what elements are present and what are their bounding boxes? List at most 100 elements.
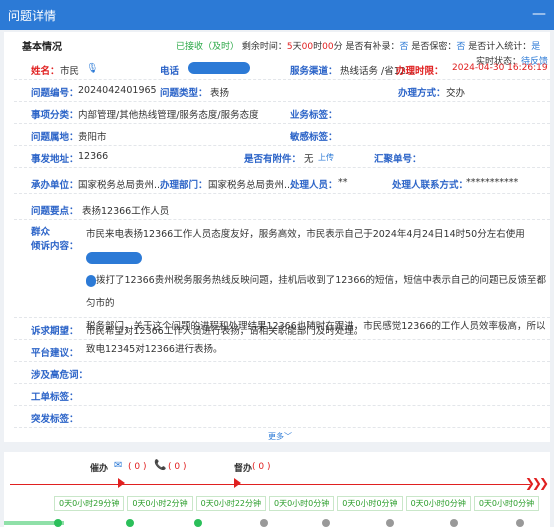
category-value: 内部管理/其他热线管理/服务态度/服务态度 — [78, 110, 259, 121]
row-category: 事项分类： 内部管理/其他热线管理/服务态度/服务态度 业务标签： — [14, 102, 550, 124]
duration-badge: 0天0小时0分钟 — [405, 496, 471, 511]
platform-label: 平台建议： — [31, 348, 79, 359]
deadline-value: 2024-04-30 16:26:19 — [452, 63, 548, 73]
chevron-down-icon: ﹀ — [284, 432, 292, 441]
location-label: 问题属地： — [31, 132, 79, 143]
attach-label: 是否有附件： — [244, 154, 302, 165]
type-label: 问题类型： — [160, 88, 208, 99]
org-value: 国家税务总局贵州... — [78, 180, 164, 191]
row-platform: 平台建议： — [14, 340, 550, 362]
secret-value: 否 — [456, 42, 466, 52]
process-timeline: 催办 ✉ ( 0 ) 📞 ( 0 ) 督办 ( 0 ) ❯❯❯ 0天0小时29分… — [4, 452, 550, 527]
more-link[interactable]: 更多﹀ — [268, 431, 292, 442]
microphone-icon[interactable]: 🎙 — [86, 63, 98, 74]
arrow-right-icon — [234, 478, 241, 488]
content-line-2: 拨打了12366贵州税务服务热线反映问题，挂机后收到了12366的短信，短信中表… — [86, 275, 546, 309]
handler-label: 处理人员： — [290, 180, 338, 191]
expect-label: 诉求期望： — [31, 326, 79, 337]
supplement-value: 否 — [399, 42, 409, 52]
worktag-label: 工单标签： — [31, 392, 79, 403]
triple-chevron-right-icon: ❯❯❯ — [524, 476, 549, 490]
minimize-button[interactable]: — — [532, 6, 546, 22]
urge-mail-count: ( 0 ) — [128, 462, 147, 472]
type-value: 表扬 — [210, 88, 230, 99]
timeline-node[interactable] — [386, 519, 394, 527]
redacted-block — [86, 274, 96, 287]
channel-label: 服务渠道： — [290, 66, 338, 77]
remaining-days-unit: 天 — [292, 42, 302, 52]
row-org: 承办单位： 国家税务总局贵州... 办理部门： 国家税务总局贵州... 处理人员… — [14, 172, 550, 194]
timeline-node[interactable] — [260, 519, 268, 527]
remaining-label: 剩余时间： — [241, 42, 287, 52]
supervise-count: ( 0 ) — [252, 462, 271, 472]
mail-icon[interactable]: ✉ — [114, 460, 122, 471]
address-value: 12366 — [78, 151, 109, 162]
duration-list: 0天0小时29分钟 0天0小时2分钟 0天0小时22分钟 0天0小时0分钟 0天… — [54, 496, 540, 511]
more-label: 更多 — [268, 432, 284, 441]
timeline-node[interactable] — [54, 519, 62, 527]
event-label: 突发标签： — [31, 414, 79, 425]
phone-icon[interactable]: 📞 — [154, 460, 166, 471]
row-number: 问题编号： 2024042401965 问题类型： 表扬 办理方式： 交办 — [14, 80, 550, 102]
row-location: 问题属地： 贵阳市 敏感标签： — [14, 124, 550, 146]
row-risk: 涉及高危词： — [14, 362, 550, 384]
number-label: 问题编号： — [31, 88, 79, 99]
remaining-minutes: 00 — [322, 42, 334, 52]
method-label: 办理方式： — [398, 88, 446, 99]
attach-value: 无 — [304, 154, 314, 165]
deadline-label: 办理时限： — [396, 66, 444, 77]
sensitive-label: 敏感标签： — [290, 132, 338, 143]
duration-badge: 0天0小时22分钟 — [195, 496, 266, 511]
duration-badge: 0天0小时29分钟 — [54, 496, 125, 511]
row-expect: 诉求期望： 市民希望对12366工作人员进行表扬，请相关职能部门及时处理。 — [14, 318, 550, 340]
content-line-1: 市民来电表扬12366工作人员态度友好，服务高效，市民表示自己于2024年4月2… — [86, 229, 525, 240]
name-value: 市民 — [60, 66, 80, 77]
number-value: 2024042401965 — [78, 85, 157, 96]
timeline-node[interactable] — [450, 519, 458, 527]
content-label-1: 群众 — [31, 227, 51, 238]
duration-badge: 0天0小时2分钟 — [127, 496, 193, 511]
remaining-minutes-unit: 分 — [333, 42, 343, 52]
expect-value: 市民希望对12366工作人员进行表扬，请相关职能部门及时处理。 — [86, 326, 364, 337]
handler-value: ** — [338, 177, 348, 188]
window-titlebar: 问题详情 — — [0, 0, 554, 30]
dept-label: 办理部门： — [160, 180, 208, 191]
timeline-node[interactable] — [194, 519, 202, 527]
supplement-label: 是否有补录： — [345, 42, 400, 52]
upload-link[interactable]: 上传 — [318, 152, 334, 163]
biztag-label: 业务标签： — [290, 110, 338, 121]
keypoint-label: 问题要点： — [31, 206, 79, 217]
risk-label: 涉及高危词： — [31, 370, 89, 381]
timeline-node[interactable] — [516, 519, 524, 527]
method-value: 交办 — [446, 88, 466, 99]
duration-badge: 0天0小时0分钟 — [269, 496, 335, 511]
row-name: 姓名： 市民 🎙 电话 服务渠道： 热线话务 /省12... 办理时限： 202… — [14, 58, 550, 80]
handler-contact-value: *********** — [466, 177, 519, 188]
urge-label: 催办 — [90, 464, 109, 474]
keypoint-value: 表扬12366工作人员 — [82, 206, 170, 217]
timeline-line — [10, 484, 530, 485]
address-label: 事发地址： — [31, 154, 79, 165]
timeline-node[interactable] — [126, 519, 134, 527]
merge-label: 汇聚单号： — [374, 154, 422, 165]
duration-badge: 0天0小时0分钟 — [473, 496, 540, 511]
row-event: 突发标签： — [14, 406, 550, 428]
supervise-label: 督办 — [234, 464, 253, 474]
stats-value: 是 — [531, 42, 541, 52]
name-label: 姓名： — [31, 66, 60, 77]
section-title: 基本情况 — [22, 42, 62, 53]
window-title: 问题详情 — [8, 8, 57, 23]
row-worktag: 工单标签： — [14, 384, 550, 406]
duration-badge: 0天0小时0分钟 — [337, 496, 403, 511]
phone-redacted — [188, 62, 250, 74]
stats-label: 是否计入统计： — [468, 42, 532, 52]
arrow-right-icon — [118, 478, 125, 488]
row-address: 事发地址： 12366 是否有附件： 无 上传 汇聚单号： — [14, 146, 550, 168]
urge-phone-count: ( 0 ) — [168, 462, 187, 472]
remaining-hours: 00 — [301, 42, 314, 52]
timeline-node[interactable] — [322, 519, 330, 527]
content-label-2: 倾诉内容： — [31, 241, 79, 252]
complaint-content: 群众 倾诉内容： 市民来电表扬12366工作人员态度友好，服务高效，市民表示自己… — [14, 220, 550, 355]
location-value: 贵阳市 — [78, 132, 107, 143]
accept-status: 已接收（及时） — [176, 42, 240, 52]
